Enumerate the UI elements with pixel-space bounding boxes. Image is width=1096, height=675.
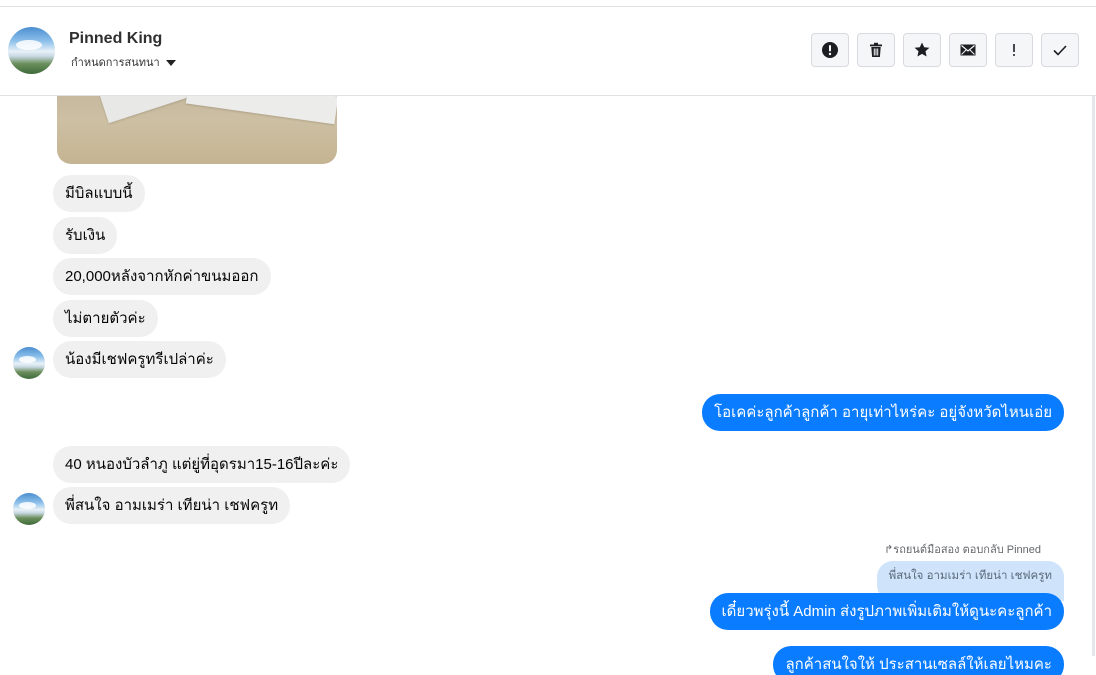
message-incoming[interactable]: ไม่ตายตัวค่ะ xyxy=(53,300,158,337)
top-strip xyxy=(0,0,1096,7)
conversation-settings-label: กำหนดการสนทนา xyxy=(71,57,160,69)
message-outgoing[interactable]: โอเคค่ะลูกค้าลูกค้า อายุเท่าไหร่คะ อยู่จ… xyxy=(702,394,1064,431)
delete-button[interactable] xyxy=(857,33,895,67)
report-button[interactable] xyxy=(811,33,849,67)
star-icon xyxy=(914,42,930,57)
alert-icon xyxy=(822,42,838,58)
message-outgoing[interactable]: ลูกค้าสนใจให้ ประสานเซลล์ให้เลยไหมคะ xyxy=(773,646,1064,675)
check-icon xyxy=(1053,45,1067,56)
message-incoming[interactable]: 40 หนองบัวลำภู แต่ยู่ที่อุดรมา15-16ปีละค… xyxy=(53,446,351,483)
message-incoming[interactable]: 20,000หลังจากหักค่าขนมออก xyxy=(53,258,271,295)
message-incoming[interactable]: มีบิลแบบนี้ xyxy=(53,175,145,212)
exclamation-icon xyxy=(1013,44,1015,56)
reply-arrow-icon: ↱ xyxy=(884,544,894,556)
mark-unread-button[interactable] xyxy=(949,33,987,67)
message-outgoing[interactable]: เดี๋ยวพรุ่งนี้ Admin ส่งรูปภาพเพิ่มเติมใ… xyxy=(709,593,1064,630)
sender-avatar xyxy=(13,493,45,525)
message-incoming[interactable]: พี่สนใจ อามเมร่า เทียน่า เชฟครูท xyxy=(53,487,291,524)
mail-icon xyxy=(960,44,976,56)
header-toolbar xyxy=(811,33,1079,67)
trash-icon xyxy=(870,42,882,57)
contact-avatar[interactable] xyxy=(8,27,55,74)
conversation-settings-dropdown[interactable]: กำหนดการสนทนา xyxy=(71,53,176,71)
star-button[interactable] xyxy=(903,33,941,67)
message-incoming[interactable]: น้องมีเชฟครูทรีเปล่าค่ะ xyxy=(53,341,226,378)
message-incoming[interactable]: รับเงิน xyxy=(53,217,118,254)
scrollbar[interactable] xyxy=(1092,96,1095,656)
attachment-photo[interactable] xyxy=(57,96,337,164)
reply-context-label: ↱รถยนต์มือสอง ตอบกลับ Pinned xyxy=(884,544,1041,556)
mark-done-button[interactable] xyxy=(1041,33,1079,67)
contact-name[interactable]: Pinned King xyxy=(69,30,162,48)
sender-avatar xyxy=(13,347,45,379)
caret-down-icon xyxy=(165,60,176,66)
message-list[interactable]: มีบิลแบบนี้ รับเงิน 20,000หลังจากหักค่าข… xyxy=(0,96,1096,675)
conversation-header: Pinned King กำหนดการสนทนา xyxy=(0,7,1096,96)
flag-button[interactable] xyxy=(995,33,1033,67)
